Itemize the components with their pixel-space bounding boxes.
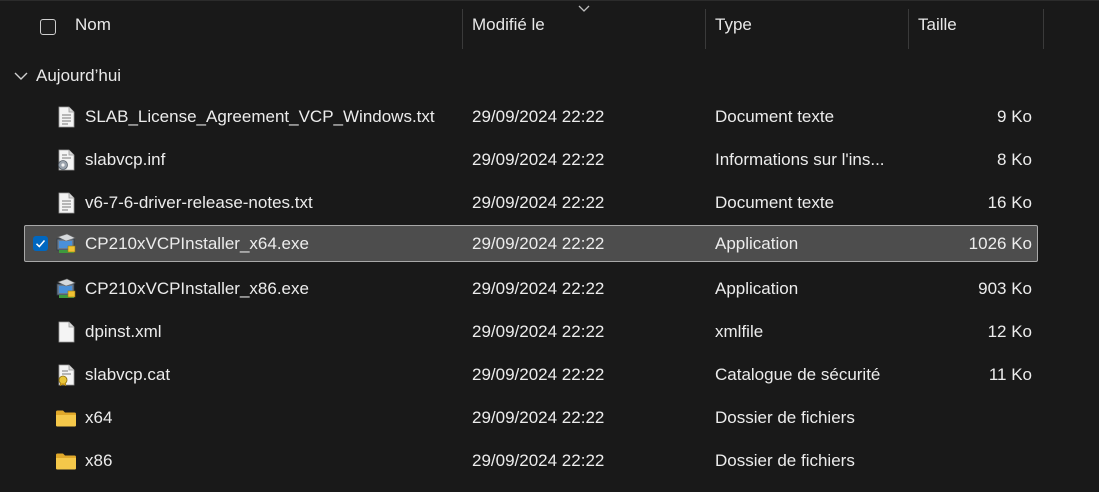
- file-modified: 29/09/2024 22:22: [472, 278, 605, 298]
- file-size: 11 Ko: [988, 364, 1032, 384]
- folder-row[interactable]: x86 29/09/2024 22:22 Dossier de fichiers: [24, 442, 1038, 479]
- column-resize-handle[interactable]: [1043, 9, 1044, 49]
- file-modified: 29/09/2024 22:22: [472, 364, 605, 384]
- blank-file-icon: [58, 321, 75, 343]
- column-header: Nom Modifié le Type Taille: [0, 1, 1099, 49]
- file-size: 1026 Ko: [968, 233, 1032, 253]
- folder-icon: [56, 410, 76, 427]
- file-name: x86: [85, 450, 113, 470]
- column-header-size[interactable]: Taille: [918, 1, 1042, 49]
- file-size: 12 Ko: [987, 321, 1032, 341]
- column-resize-handle[interactable]: [908, 9, 909, 49]
- file-name: slabvcp.inf: [85, 149, 166, 169]
- column-resize-handle[interactable]: [705, 9, 706, 49]
- file-name: dpinst.xml: [85, 321, 162, 341]
- file-modified: 29/09/2024 22:22: [472, 149, 605, 169]
- file-name: slabvcp.cat: [85, 364, 171, 384]
- group-header-today[interactable]: Aujourd’hui: [14, 65, 121, 87]
- file-type: xmlfile: [715, 321, 764, 341]
- file-modified: 29/09/2024 22:22: [472, 450, 605, 470]
- file-modified: 29/09/2024 22:22: [472, 407, 605, 427]
- file-name: CP210xVCPInstaller_x86.exe: [85, 278, 309, 298]
- text-file-icon: [58, 192, 75, 214]
- installer-app-icon: [56, 233, 76, 253]
- file-name: x64: [85, 407, 113, 427]
- file-size: 16 Ko: [987, 192, 1032, 212]
- group-header-label: Aujourd’hui: [36, 66, 122, 85]
- file-type: Dossier de fichiers: [715, 407, 855, 427]
- column-header-type-label: Type: [715, 15, 752, 34]
- file-type: Catalogue de sécurité: [715, 364, 881, 384]
- file-size: 903 Ko: [978, 278, 1032, 298]
- folder-row[interactable]: x64 29/09/2024 22:22 Dossier de fichiers: [24, 399, 1038, 436]
- column-header-name[interactable]: Nom: [75, 1, 460, 49]
- file-row[interactable]: v6-7-6-driver-release-notes.txt 29/09/20…: [24, 184, 1038, 221]
- file-row[interactable]: slabvcp.cat 29/09/2024 22:22 Catalogue d…: [24, 356, 1038, 393]
- column-header-name-label: Nom: [75, 15, 111, 34]
- security-catalog-icon: [58, 364, 75, 386]
- column-header-size-label: Taille: [918, 15, 957, 34]
- file-modified: 29/09/2024 22:22: [472, 106, 605, 126]
- chevron-down-icon: [14, 72, 28, 80]
- column-header-type[interactable]: Type: [715, 1, 905, 49]
- file-type: Application: [715, 278, 799, 298]
- row-selection-checkbox[interactable]: [33, 236, 48, 251]
- file-type: Document texte: [715, 106, 835, 126]
- setup-info-file-icon: [58, 149, 75, 171]
- file-name: v6-7-6-driver-release-notes.txt: [85, 192, 313, 212]
- file-type: Application: [715, 233, 799, 253]
- file-row[interactable]: CP210xVCPInstaller_x86.exe 29/09/2024 22…: [24, 270, 1038, 307]
- file-size: 8 Ko: [997, 149, 1032, 169]
- file-size: [905, 443, 1032, 478]
- file-modified: 29/09/2024 22:22: [472, 192, 605, 212]
- file-modified: 29/09/2024 22:22: [472, 233, 605, 253]
- file-size: 9 Ko: [997, 106, 1032, 126]
- column-resize-handle[interactable]: [462, 9, 463, 49]
- file-type: Document texte: [715, 192, 835, 212]
- file-type: Informations sur l'ins...: [715, 149, 885, 169]
- installer-app-icon: [56, 278, 76, 298]
- file-type: Dossier de fichiers: [715, 450, 855, 470]
- file-name: CP210xVCPInstaller_x64.exe: [85, 233, 309, 253]
- file-row[interactable]: dpinst.xml 29/09/2024 22:22 xmlfile 12 K…: [24, 313, 1038, 350]
- file-row[interactable]: SLAB_License_Agreement_VCP_Windows.txt 2…: [24, 98, 1038, 135]
- file-explorer-details-view: Nom Modifié le Type Taille Aujourd’hui S…: [0, 0, 1099, 492]
- file-name: SLAB_License_Agreement_VCP_Windows.txt: [85, 106, 435, 126]
- text-file-icon: [58, 106, 75, 128]
- file-size: [905, 400, 1032, 435]
- file-modified: 29/09/2024 22:22: [472, 321, 605, 341]
- select-all-checkbox[interactable]: [40, 19, 56, 35]
- column-header-modified[interactable]: Modifié le: [472, 1, 702, 49]
- column-header-modified-label: Modifié le: [472, 15, 545, 34]
- file-row-selected[interactable]: CP210xVCPInstaller_x64.exe 29/09/2024 22…: [24, 225, 1038, 262]
- file-row[interactable]: slabvcp.inf 29/09/2024 22:22 Information…: [24, 141, 1038, 178]
- checkmark-icon: [35, 240, 46, 248]
- folder-icon: [56, 453, 76, 470]
